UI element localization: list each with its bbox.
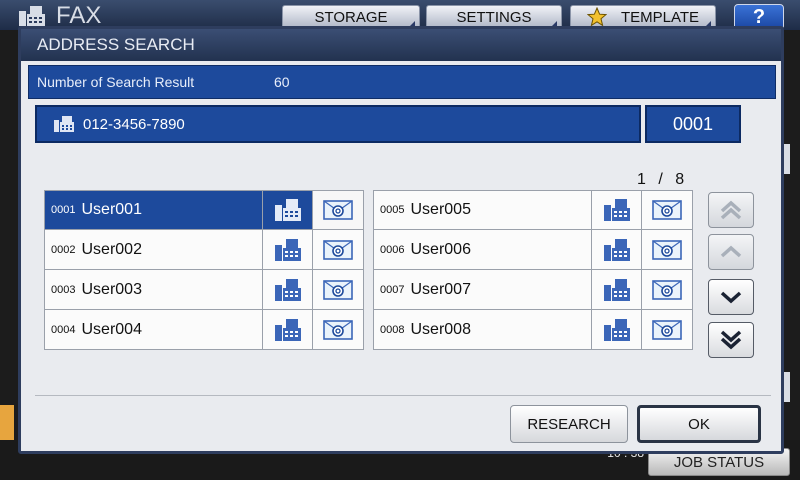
entry-name: User001: [81, 201, 142, 218]
list-item[interactable]: 0005 User005: [373, 190, 693, 230]
fax-number-value: 012-3456-7890: [83, 115, 185, 133]
fax-icon: [603, 278, 630, 301]
email-button[interactable]: [642, 310, 692, 349]
entry-number: 0002: [51, 243, 76, 256]
fax-button[interactable]: [263, 310, 313, 349]
research-button-label: RESEARCH: [527, 415, 611, 433]
email-button[interactable]: [642, 270, 692, 309]
fax-icon: [603, 238, 630, 261]
job-status-label: JOB STATUS: [673, 453, 765, 471]
email-button[interactable]: [313, 191, 363, 229]
email-icon: [652, 279, 682, 300]
email-icon: [323, 200, 353, 220]
entry-name-cell[interactable]: 0003 User003: [45, 270, 263, 309]
page-up-button[interactable]: [708, 234, 754, 270]
entry-name-cell[interactable]: 0008 User008: [374, 310, 592, 349]
search-result-bar: Number of Search Result 60: [28, 65, 776, 99]
list-item[interactable]: 0006 User006: [373, 230, 693, 270]
result-count: 60: [274, 74, 290, 90]
side-tab: [0, 405, 14, 443]
page-last-button[interactable]: [708, 322, 754, 358]
fax-button[interactable]: [263, 230, 313, 269]
page-first-button[interactable]: [708, 192, 754, 228]
chevron-down-icon: [720, 291, 742, 304]
email-button[interactable]: [313, 230, 363, 269]
entry-name: User007: [410, 280, 471, 298]
entry-name-cell[interactable]: 0007 User007: [374, 270, 592, 309]
research-button[interactable]: RESEARCH: [510, 405, 628, 443]
address-list-right: 0005 User005 0006 User006 0007 User007 0…: [373, 190, 693, 350]
entry-number: 0001: [51, 204, 76, 216]
list-item[interactable]: 0003 User003: [44, 270, 364, 310]
entry-number: 0008: [380, 323, 405, 336]
entry-name-cell[interactable]: 0005 User005: [374, 191, 592, 229]
email-icon: [652, 200, 682, 220]
entry-name: User002: [81, 240, 142, 258]
double-chevron-down-icon: [720, 330, 742, 350]
address-search-dialog: ADDRESS SEARCH Number of Search Result 6…: [18, 26, 784, 454]
list-item[interactable]: 0004 User004: [44, 310, 364, 350]
entry-name-cell[interactable]: 0001 User001: [45, 191, 263, 229]
fax-icon: [274, 278, 301, 301]
entry-number: 0004: [51, 323, 76, 336]
email-button[interactable]: [642, 230, 692, 269]
entry-number: 0006: [380, 243, 405, 256]
tab-settings-label: SETTINGS: [456, 8, 532, 26]
fax-button[interactable]: [592, 230, 642, 269]
fax-button[interactable]: [592, 310, 642, 349]
fax-icon: [19, 6, 45, 26]
double-chevron-up-icon: [720, 200, 742, 220]
entry-name-cell[interactable]: 0006 User006: [374, 230, 592, 269]
list-item[interactable]: 0007 User007: [373, 270, 693, 310]
star-icon: [586, 7, 607, 27]
entry-name: User008: [410, 320, 471, 338]
list-item[interactable]: 0002 User002: [44, 230, 364, 270]
address-list-left: 0001 User001 0002 User002 0003 User003 0…: [44, 190, 364, 350]
chevron-up-icon: [720, 245, 742, 258]
fax-button[interactable]: [263, 270, 313, 309]
ok-button[interactable]: OK: [637, 405, 761, 443]
email-icon: [652, 319, 682, 340]
email-button[interactable]: [642, 191, 692, 229]
email-icon: [323, 279, 353, 300]
index-field[interactable]: 0001: [645, 105, 741, 143]
fax-icon: [274, 238, 301, 261]
email-icon: [652, 239, 682, 260]
entry-name: User003: [81, 280, 142, 298]
fax-icon: [274, 318, 301, 341]
email-icon: [323, 319, 353, 340]
entry-name: User005: [410, 201, 471, 218]
list-item[interactable]: 0008 User008: [373, 310, 693, 350]
fax-button[interactable]: [592, 270, 642, 309]
fax-icon: [274, 199, 301, 221]
fax-button[interactable]: [592, 191, 642, 229]
entry-name: User004: [81, 320, 142, 338]
fax-icon: [54, 116, 74, 132]
page-down-button[interactable]: [708, 279, 754, 315]
email-button[interactable]: [313, 270, 363, 309]
email-icon: [323, 239, 353, 260]
entry-number: 0003: [51, 283, 76, 296]
entry-name-cell[interactable]: 0002 User002: [45, 230, 263, 269]
divider: [35, 395, 771, 396]
fax-icon: [603, 199, 630, 221]
entry-name: User006: [410, 240, 471, 258]
ok-button-label: OK: [688, 415, 710, 433]
list-item[interactable]: 0001 User001: [44, 190, 364, 230]
fax-icon: [603, 318, 630, 341]
entry-name-cell[interactable]: 0004 User004: [45, 310, 263, 349]
entry-number: 0007: [380, 283, 405, 296]
dialog-title: ADDRESS SEARCH: [21, 29, 781, 61]
entry-number: 0005: [380, 204, 405, 216]
tab-storage-label: STORAGE: [314, 8, 388, 26]
tab-template-label: TEMPLATE: [620, 8, 700, 26]
fax-button[interactable]: [263, 191, 313, 229]
dialog-title-text: ADDRESS SEARCH: [37, 35, 195, 54]
fax-number-field[interactable]: 012-3456-7890: [35, 105, 641, 143]
result-label: Number of Search Result: [37, 74, 195, 90]
index-value: 0001: [672, 113, 714, 134]
email-button[interactable]: [313, 310, 363, 349]
page-indicator: 1 / 8: [637, 171, 685, 188]
